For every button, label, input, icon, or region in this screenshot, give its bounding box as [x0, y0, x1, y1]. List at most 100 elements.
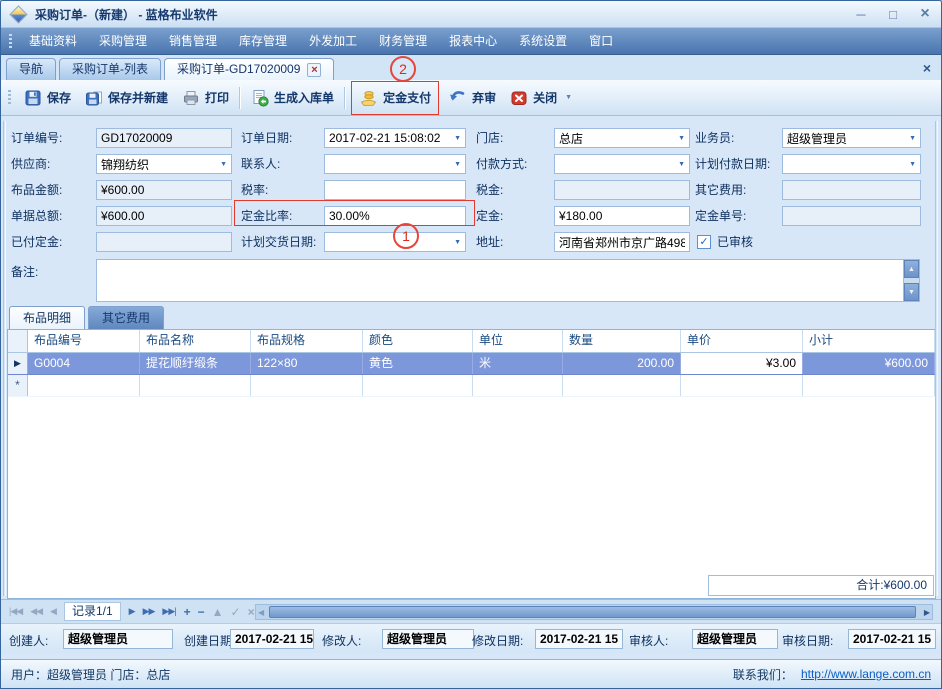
contact-field[interactable]: ▼ [324, 154, 466, 174]
grid-header: 布品编号 布品名称 布品规格 颜色 单位 数量 单价 小计 [8, 330, 935, 353]
chevron-down-icon[interactable]: ▼ [451, 161, 461, 168]
nav-next-page-button[interactable]: ▶▶ [143, 606, 155, 617]
scroll-up-icon[interactable]: ▲ [904, 260, 919, 278]
plan-pay-date-field[interactable]: ▼ [782, 154, 921, 174]
scroll-right-icon[interactable]: ▶ [924, 606, 930, 619]
grid-row-new[interactable]: * [8, 375, 935, 397]
remark-field[interactable]: ▲ ▼ [96, 259, 920, 302]
deposit-rate-value: 30.00% [329, 209, 370, 223]
nav-last-button[interactable]: ▶▶| [162, 606, 175, 617]
nav-prev-button[interactable]: ◀ [50, 606, 56, 617]
nav-insert-button[interactable]: + [184, 605, 190, 619]
save-and-new-button[interactable]: 保存并新建 [78, 86, 175, 110]
remark-scrollbar[interactable]: ▲ ▼ [903, 260, 919, 301]
col-subtotal[interactable]: 小计 [803, 330, 935, 352]
chevron-down-icon[interactable]: ▼ [217, 161, 227, 168]
website-link[interactable]: http://www.lange.com.cn [801, 667, 931, 681]
approved-checkbox[interactable]: ✓ [697, 235, 711, 249]
horizontal-scrollbar[interactable]: ◀ ▶ [255, 604, 933, 620]
menu-inventory[interactable]: 库存管理 [228, 28, 298, 54]
col-fabric-code[interactable]: 布品编号 [28, 330, 140, 352]
tax-field [554, 180, 690, 200]
workspace-close-icon[interactable]: × [923, 60, 931, 76]
chevron-down-icon[interactable]: ▼ [675, 135, 685, 142]
tax-rate-field[interactable] [324, 180, 466, 200]
deposit-rate-field[interactable]: 30.00% [324, 206, 466, 226]
deposit-pay-label: 定金支付 [383, 89, 431, 106]
chevron-down-icon[interactable]: ▼ [451, 239, 461, 246]
generate-inbound-button[interactable]: 生成入库单 [244, 86, 341, 110]
print-button[interactable]: 打印 [175, 86, 236, 110]
col-unit-price[interactable]: 单价 [681, 330, 803, 352]
tab-close-icon[interactable]: × [307, 63, 321, 77]
menu-bar: 基础资料 采购管理 销售管理 库存管理 外发加工 财务管理 报表中心 系统设置 … [1, 28, 941, 55]
col-color[interactable]: 颜色 [363, 330, 473, 352]
cell-unit-price[interactable]: ¥3.00 [681, 353, 803, 374]
fabric-amount-field: ¥600.00 [96, 180, 232, 200]
window-close-button[interactable]: × [917, 5, 933, 23]
tab-po-current[interactable]: 采购订单-GD17020009 × [164, 58, 334, 80]
nav-next-button[interactable]: ▶ [129, 606, 135, 617]
menu-system[interactable]: 系统设置 [508, 28, 578, 54]
deposit-pay-button[interactable]: 定金支付 [352, 86, 438, 110]
nav-prior-page-button[interactable]: ◀◀ [30, 606, 42, 617]
menu-window[interactable]: 窗口 [578, 28, 624, 54]
nav-delete-button[interactable]: − [198, 605, 204, 619]
pay-method-field[interactable]: ▼ [554, 154, 690, 174]
nav-edit-button[interactable]: ▲ [212, 605, 223, 619]
menu-outsourcing[interactable]: 外发加工 [298, 28, 368, 54]
col-fabric-spec[interactable]: 布品规格 [251, 330, 363, 352]
deposit-field[interactable]: ¥180.00 [554, 206, 690, 226]
nav-post-button[interactable]: ✓ [231, 605, 240, 619]
save-button[interactable]: 保存 [17, 86, 78, 110]
chevron-down-icon[interactable]: ▼ [451, 135, 461, 142]
print-label: 打印 [205, 89, 229, 106]
annotation-step-2: 2 [390, 56, 416, 82]
title-bar: 采购订单-（新建） - 蓝格布业软件 ─ □ × [1, 1, 941, 28]
menu-reports[interactable]: 报表中心 [438, 28, 508, 54]
col-quantity[interactable]: 数量 [563, 330, 681, 352]
tab-label: 其它费用 [102, 311, 150, 325]
tab-navigation[interactable]: 导航 [6, 58, 56, 80]
chevron-down-icon[interactable]: ▼ [675, 161, 685, 168]
remark-label: 备注: [11, 262, 38, 282]
tab-other-fees[interactable]: 其它费用 [88, 306, 164, 329]
tax-label: 税金: [476, 180, 503, 200]
chevron-down-icon[interactable]: ▼ [906, 161, 916, 168]
auditor-label: 审核人: [629, 632, 668, 649]
order-date-field[interactable]: 2017-02-21 15:08:02 ▼ [324, 128, 466, 148]
minimize-button[interactable]: ─ [853, 7, 869, 22]
scroll-left-icon[interactable]: ◀ [258, 606, 264, 619]
chevron-down-icon[interactable]: ▼ [565, 94, 572, 101]
supplier-field[interactable]: 锦翔纺织 ▼ [96, 154, 232, 174]
inbound-doc-icon [251, 89, 269, 107]
close-tab-button[interactable]: 关闭 ▼ [503, 86, 579, 110]
tab-po-list[interactable]: 采购订单-列表 [59, 58, 161, 80]
menu-sales[interactable]: 销售管理 [158, 28, 228, 54]
scroll-down-icon[interactable]: ▼ [904, 283, 919, 301]
record-counter: 记录1/1 [64, 602, 121, 621]
deposit-coins-icon [359, 89, 378, 107]
salesman-field[interactable]: 超级管理员 ▼ [782, 128, 921, 148]
contact-label: 联系人: [241, 154, 280, 174]
maximize-button[interactable]: □ [885, 7, 901, 22]
unapprove-button[interactable]: 弃审 [441, 86, 503, 110]
col-fabric-name[interactable]: 布品名称 [140, 330, 251, 352]
chevron-down-icon[interactable]: ▼ [906, 135, 916, 142]
scrollbar-thumb[interactable] [269, 606, 916, 618]
tab-fabric-detail[interactable]: 布品明细 [9, 306, 85, 329]
menu-basic-data[interactable]: 基础资料 [18, 28, 88, 54]
grid-row-selected[interactable]: ▶ G0004 提花顺纡缎条 122×80 黄色 米 200.00 ¥3.00 … [8, 353, 935, 375]
total-amount-label: 单据总额: [11, 206, 62, 226]
address-field[interactable]: 河南省郑州市京广路498号 [554, 232, 690, 252]
store-field[interactable]: 总店 ▼ [554, 128, 690, 148]
nav-cancel-button[interactable]: × [248, 605, 254, 619]
col-unit[interactable]: 单位 [473, 330, 563, 352]
store-label: 门店: [476, 128, 503, 148]
salesman-value: 超级管理员 [787, 130, 847, 147]
nav-first-button[interactable]: |◀◀ [9, 606, 22, 617]
menu-purchase[interactable]: 采购管理 [88, 28, 158, 54]
menu-finance[interactable]: 财务管理 [368, 28, 438, 54]
approved-label: 已审核 [717, 232, 753, 252]
deposit-no-label: 定金单号: [695, 206, 746, 226]
